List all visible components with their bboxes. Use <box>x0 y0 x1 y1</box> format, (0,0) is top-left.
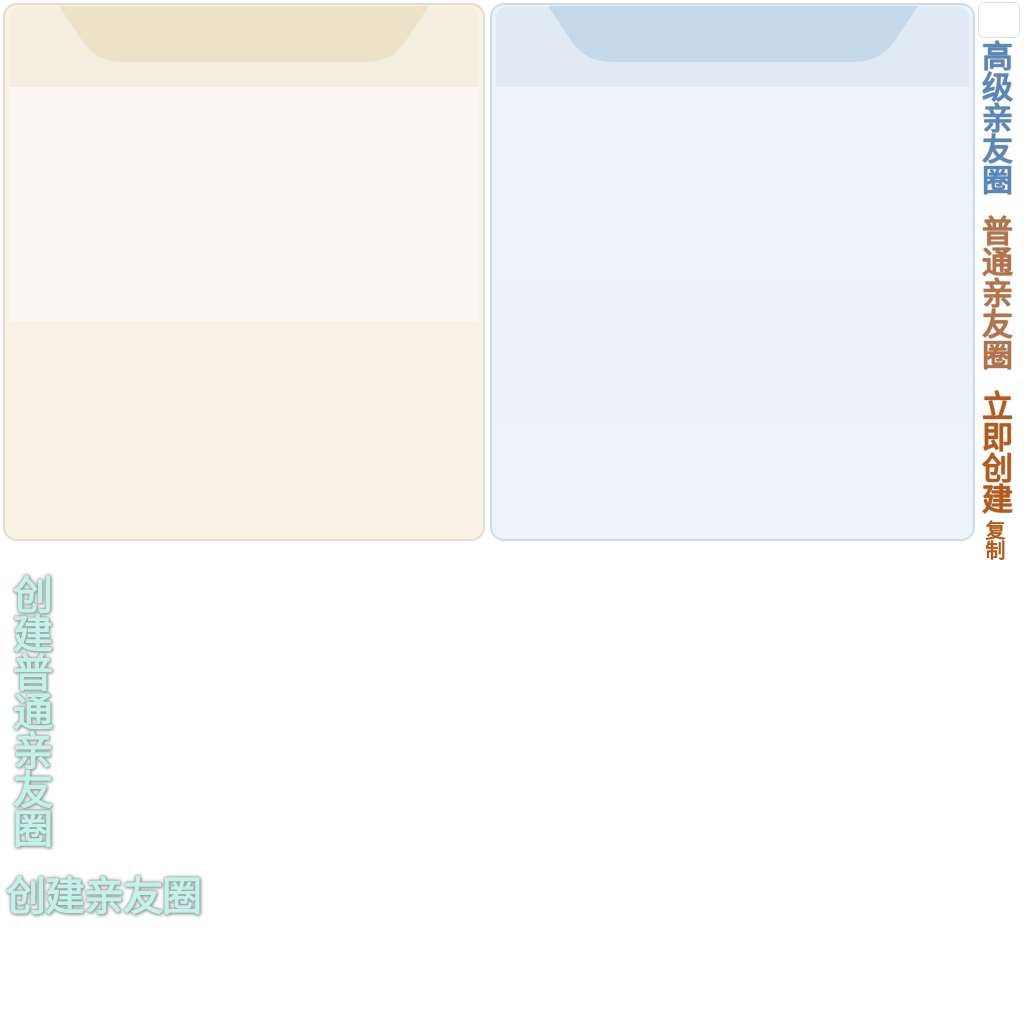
normal-card-tab <box>59 6 429 62</box>
advanced-card-tab <box>547 6 918 62</box>
normal-circle-label: 普通亲友圈 <box>976 215 1012 370</box>
normal-card-body-upper <box>9 87 479 321</box>
sprite-sheet: 高级亲友圈 普通亲友圈 立即创建 复制 创建普通亲友圈 创建亲友圈 <box>0 0 1024 1024</box>
copy-button[interactable]: 复制 <box>978 520 1008 560</box>
advanced-card-body-upper <box>496 87 969 321</box>
blank-slot <box>978 2 1020 38</box>
advanced-circle-card[interactable] <box>490 3 975 541</box>
create-normal-circle-title: 创建普通亲友圈 <box>6 574 52 847</box>
advanced-card-body-lower <box>496 321 969 535</box>
create-now-button[interactable]: 立即创建 <box>974 390 1014 514</box>
normal-card-body-lower <box>9 321 479 535</box>
normal-circle-card[interactable] <box>3 3 485 541</box>
advanced-circle-label: 高级亲友圈 <box>976 40 1012 195</box>
create-circle-title: 创建亲友圈 <box>6 874 202 920</box>
